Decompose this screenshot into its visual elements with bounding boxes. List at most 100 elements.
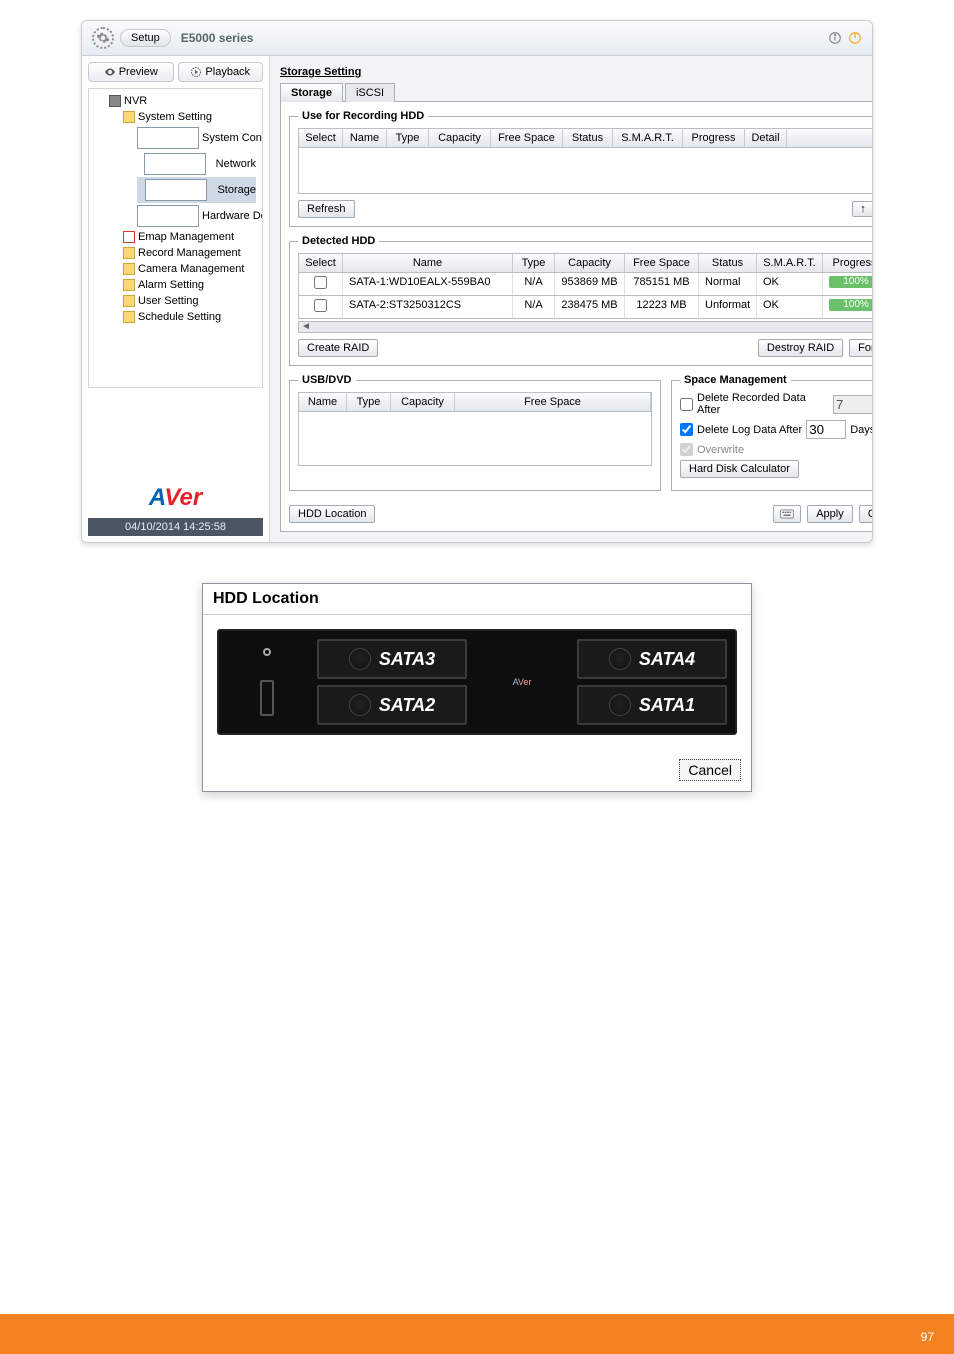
legend: USB/DVD [298,374,356,386]
hdd-calculator-button[interactable]: Hard Disk Calculator [680,460,799,478]
format-button[interactable]: Format [849,339,873,357]
label: Delete Log Data After [697,424,802,436]
fan-icon [349,694,371,716]
fan-icon [349,648,371,670]
tab-playback[interactable]: Playback [178,62,264,82]
label: Delete Recorded Data After [697,392,829,416]
move-up-button[interactable]: ↑ [852,201,873,217]
user-icon [123,295,135,307]
subtab-storage[interactable]: Storage [280,83,343,102]
cancel-button[interactable]: Cancel [859,505,873,523]
tree-nvr[interactable]: NVR [109,93,256,109]
fan-icon [609,648,631,670]
fan-icon [609,694,631,716]
tree-camera[interactable]: Camera Management [123,261,256,277]
recording-hdd-group: Use for Recording HDD Select Name Type C… [289,110,873,227]
tree-alarm[interactable]: Alarm Setting [123,277,256,293]
days-label: Days [850,424,873,436]
overwrite-checkbox [680,443,693,456]
legend: Use for Recording HDD [298,110,428,122]
legend: Space Management [680,374,791,386]
setup-button[interactable]: Setup [120,29,171,47]
tree-emap[interactable]: Emap Management [123,229,256,245]
datetime: 04/10/2014 14:25:58 [88,518,263,536]
subtab-iscsi[interactable]: iSCSI [345,83,395,102]
delete-log-checkbox[interactable] [680,423,693,436]
label: Overwrite [697,444,744,456]
center-panel: AVer [477,639,567,725]
info-icon[interactable] [828,31,842,45]
page-icon [137,205,199,227]
main-content: Storage Setting Storage iSCSI Use for Re… [270,56,873,542]
brand-logo: AVer [88,478,263,518]
tab-preview[interactable]: Preview [88,62,174,82]
rec-hdd-header: Select Name Type Capacity Free Space Sta… [298,128,873,148]
destroy-raid-button[interactable]: Destroy RAID [758,339,843,357]
rec-hdd-empty [298,148,873,194]
eye-icon [104,66,116,78]
page-icon [145,179,207,201]
horizontal-scrollbar[interactable] [298,321,873,333]
bay-sata4: SATA4 [577,639,727,679]
tab-label: Playback [205,66,250,78]
row-checkbox[interactable] [314,299,327,312]
schedule-icon [123,311,135,323]
nav-tree: NVR System Setting System Configurati...… [88,88,263,388]
folder-icon [123,247,135,259]
tree-network[interactable]: Network [137,151,256,177]
page-footer-bar [0,1314,954,1354]
page-icon [137,127,199,149]
tree-system-config[interactable]: System Configurati... [137,125,256,151]
progress-bar: 100% [829,299,873,311]
alarm-icon [123,279,135,291]
legend: Detected HDD [298,235,379,247]
device-diagram: SATA3 SATA2 AVer SATA4 SATA1 [217,629,737,735]
table-row[interactable]: SATA-1:WD10EALX-559BA0 N/A 953869 MB 785… [298,273,873,296]
bay-sata2: SATA2 [317,685,467,725]
page-title: Storage Setting [280,66,873,78]
tab-label: Preview [119,66,158,78]
hdd-location-dialog: HDD Location SATA3 SATA2 AVer [202,583,752,792]
tree-record[interactable]: Record Management [123,245,256,261]
page-icon [144,153,206,175]
detected-hdd-group: Detected HDD Select Name Type Capacity F… [289,235,873,366]
tree-system-setting[interactable]: System Setting [123,109,256,125]
table-row[interactable]: SATA-2:ST3250312CS N/A 238475 MB 12223 M… [298,296,873,319]
tree-schedule[interactable]: Schedule Setting [123,309,256,325]
usb-dvd-group: USB/DVD Name Type Capacity Free Space [289,374,661,491]
tree-user[interactable]: User Setting [123,293,256,309]
bay-sata3: SATA3 [317,639,467,679]
dialog-cancel-button[interactable]: Cancel [679,759,741,781]
sidebar: Preview Playback NVR System Setting Syst… [82,56,270,542]
app-window: Setup E5000 series Preview Playback [81,20,873,543]
delete-log-days[interactable] [806,420,846,439]
usb-header: Name Type Capacity Free Space [298,392,652,412]
refresh-button[interactable]: Refresh [298,200,355,218]
usb-port-icon [260,680,274,716]
bay-sata1: SATA1 [577,685,727,725]
map-icon [123,231,135,243]
usb-empty [298,412,652,466]
progress-bar: 100% [829,276,873,288]
keyboard-icon [780,509,794,519]
page-number: 97 [921,1330,934,1344]
device-icon [109,95,121,107]
space-management-group: Space Management Delete Recorded Data Af… [671,374,873,491]
row-checkbox[interactable] [314,276,327,289]
power-icon[interactable] [848,31,862,45]
tree-storage[interactable]: Storage [137,177,256,203]
tree-hardware[interactable]: Hardware Device [137,203,256,229]
delete-rec-days [833,395,873,414]
delete-rec-checkbox[interactable] [680,398,693,411]
gear-icon [92,27,114,49]
keyboard-button[interactable] [773,505,801,523]
camera-icon [123,263,135,275]
create-raid-button[interactable]: Create RAID [298,339,378,357]
series-label: E5000 series [181,31,254,45]
playback-icon [190,66,202,78]
hdd-location-button[interactable]: HDD Location [289,505,375,523]
det-hdd-header: Select Name Type Capacity Free Space Sta… [298,253,873,273]
apply-button[interactable]: Apply [807,505,853,523]
title-bar: Setup E5000 series [82,21,872,56]
folder-icon [123,111,135,123]
